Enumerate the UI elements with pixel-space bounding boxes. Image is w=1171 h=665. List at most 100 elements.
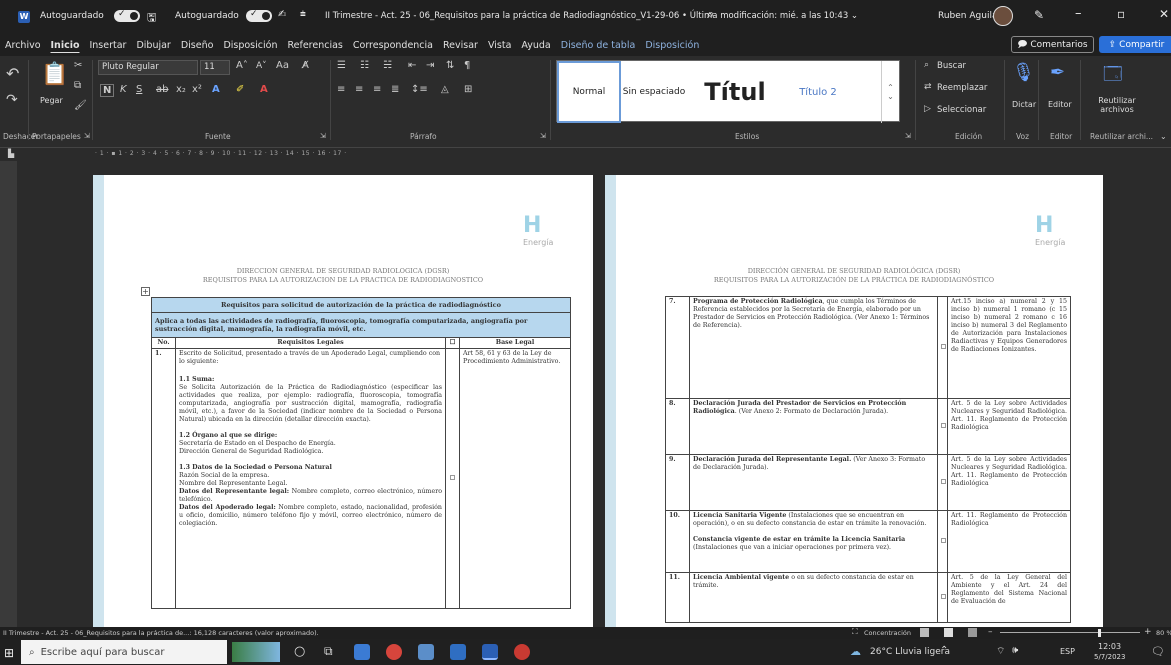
shading-icon[interactable]: ◬ (441, 84, 449, 95)
windows-start-icon[interactable]: ⊞ (4, 646, 14, 660)
select-button[interactable]: Seleccionar (937, 105, 986, 115)
sort-icon[interactable]: ⇅ (446, 60, 454, 71)
numbering-icon[interactable]: ☷ (360, 60, 369, 71)
find-icon[interactable]: ⌕ (924, 60, 929, 70)
multilevel-icon[interactable]: ☵ (383, 60, 392, 71)
font-color-icon[interactable]: A (260, 84, 268, 95)
task-view-icon[interactable]: ⧉ (324, 644, 333, 659)
increase-indent-icon[interactable]: ⇥ (426, 60, 434, 71)
autosave-toggle-2[interactable] (246, 9, 272, 22)
shrink-font-icon[interactable]: A˅ (256, 61, 267, 71)
zoom-slider[interactable] (1000, 632, 1140, 633)
checkbox-cell[interactable] (445, 348, 460, 609)
font-size-select[interactable]: 11 (200, 60, 230, 75)
checkbox-cell[interactable] (937, 510, 948, 573)
styles-launcher-icon[interactable]: ⇲ (905, 132, 911, 140)
zoom-in-icon[interactable]: + (1144, 627, 1152, 637)
paste-button[interactable]: Pegar (40, 96, 63, 105)
print-layout-icon[interactable] (944, 628, 953, 637)
format-painter-icon[interactable]: 🖌 (74, 100, 87, 111)
checkbox-cell[interactable] (937, 454, 948, 511)
style-title2[interactable]: Título 2 (783, 61, 853, 123)
word-app-icon[interactable] (482, 644, 498, 660)
share-button[interactable]: ⇪ Compartir (1099, 36, 1171, 53)
zoom-slider-thumb[interactable] (1098, 629, 1101, 637)
menu-ayuda[interactable]: Ayuda (516, 40, 555, 51)
font-name-select[interactable]: Pluto Regular (98, 60, 198, 75)
checkbox[interactable] (941, 343, 946, 349)
zoom-level[interactable]: 80 % (1156, 629, 1171, 637)
cortana-icon[interactable]: ○ (294, 644, 305, 659)
align-right-icon[interactable]: ≡ (373, 84, 381, 95)
user-name[interactable]: Ruben Aguilar (938, 11, 1001, 21)
web-layout-icon[interactable] (968, 628, 977, 637)
pen-icon[interactable]: ✍ (278, 9, 286, 20)
clock-date[interactable]: 5/7/2023 (1094, 653, 1125, 661)
chrome-app-icon[interactable] (386, 644, 402, 660)
reuse-files-icon[interactable]: 🗔 (1103, 62, 1123, 92)
checkbox[interactable] (941, 537, 946, 543)
save-icon[interactable]: 🖫 (147, 9, 156, 28)
menu-referencias[interactable]: Referencias (282, 40, 347, 51)
requirement-cell[interactable]: Declaración Jurada del Prestador de Serv… (689, 398, 938, 455)
paragraph-launcher-icon[interactable]: ⇲ (540, 132, 546, 140)
checkbox[interactable] (941, 478, 946, 484)
menu-disposicion-tabla[interactable]: Disposición (640, 40, 704, 51)
autosave-toggle-1[interactable] (114, 9, 140, 22)
horizontal-ruler[interactable]: ▙ · 1 · ▪ 1 · 2 · 3 · 4 · 5 · 6 · 7 · 8 … (0, 148, 1171, 161)
requirement-cell[interactable]: Escrito de Solicitud, presentado a travé… (175, 348, 446, 609)
maximize-icon[interactable]: ▫ (1117, 7, 1125, 21)
justify-icon[interactable]: ≣ (391, 84, 399, 95)
focus-icon[interactable]: ⛶ (852, 627, 858, 637)
style-normal[interactable]: Normal (557, 61, 621, 123)
borders-icon[interactable]: ⊞ (464, 84, 472, 95)
requirement-cell[interactable]: Licencia Ambiental vigente o en su defec… (689, 572, 938, 623)
menu-correspondencia[interactable]: Correspondencia (348, 40, 438, 51)
pen-draw-icon[interactable]: ✎ (1034, 8, 1044, 22)
outlook-app-icon[interactable] (450, 644, 466, 660)
volume-icon[interactable]: 🕪 (1012, 645, 1018, 656)
checkbox[interactable] (450, 474, 455, 480)
table-move-handle-icon[interactable]: + (141, 287, 150, 296)
replace-icon[interactable]: ⇄ (924, 82, 932, 92)
menu-dibujar[interactable]: Dibujar (131, 40, 175, 51)
ruler-corner-icon[interactable]: ▙ (8, 149, 14, 158)
dictate-button[interactable]: Dictar (1012, 100, 1036, 109)
app-icon[interactable] (514, 644, 530, 660)
taskbar-search[interactable]: ⌕ Escribe aquí para buscar (21, 640, 227, 664)
styles-scroll[interactable]: ⌃ ⌄ (881, 61, 899, 123)
undo-icon[interactable]: ↶ (6, 64, 19, 83)
page-2[interactable]: H Energía DIRECCIÓN GENERAL DE SEGURIDAD… (605, 175, 1103, 627)
align-left-icon[interactable]: ≡ (337, 84, 345, 95)
underline-icon[interactable]: S (136, 84, 142, 95)
strikethrough-icon[interactable]: ab (156, 84, 168, 95)
word-count-status[interactable]: II Trimestre - Act. 25 - 06_Requisitos p… (3, 629, 319, 637)
read-mode-icon[interactable] (920, 628, 929, 637)
checkbox[interactable] (941, 422, 946, 428)
language-indicator[interactable]: ESP (1060, 647, 1075, 656)
customize-qat-icon[interactable]: ⩧ (300, 9, 306, 20)
menu-disposicion[interactable]: Disposición (218, 40, 282, 51)
close-icon[interactable]: ✕ (1159, 7, 1169, 21)
cut-icon[interactable]: ✂ (74, 60, 82, 71)
paste-icon[interactable]: 📋 (41, 62, 68, 87)
redo-icon[interactable]: ↷ (6, 92, 18, 108)
copy-icon[interactable]: ⧉ (74, 80, 81, 91)
editor-button[interactable]: Editor (1048, 100, 1072, 109)
pilcrow-icon[interactable]: ¶ (464, 60, 470, 71)
align-center-icon[interactable]: ≡ (355, 84, 363, 95)
superscript-icon[interactable]: x² (192, 84, 202, 95)
weather-text[interactable]: 26°C Lluvia ligera (870, 647, 950, 657)
collapse-ribbon-icon[interactable]: ⌄ (1160, 132, 1167, 141)
clear-format-icon[interactable]: A̸ (302, 60, 309, 71)
teams-app-icon[interactable] (418, 644, 434, 660)
tray-expand-icon[interactable]: ⌃ (940, 645, 948, 656)
clipboard-launcher-icon[interactable]: ⇲ (84, 132, 90, 140)
change-case-icon[interactable]: Aa (276, 60, 289, 71)
minimize-icon[interactable]: – (1075, 6, 1082, 21)
zoom-out-icon[interactable]: – (988, 627, 993, 637)
requirement-cell[interactable]: Programa de Protección Radiológica, que … (689, 296, 938, 399)
style-title[interactable]: Títul (687, 61, 783, 123)
microphone-icon[interactable]: 🎙 (1012, 62, 1035, 83)
select-icon[interactable]: ▷ (924, 104, 931, 114)
